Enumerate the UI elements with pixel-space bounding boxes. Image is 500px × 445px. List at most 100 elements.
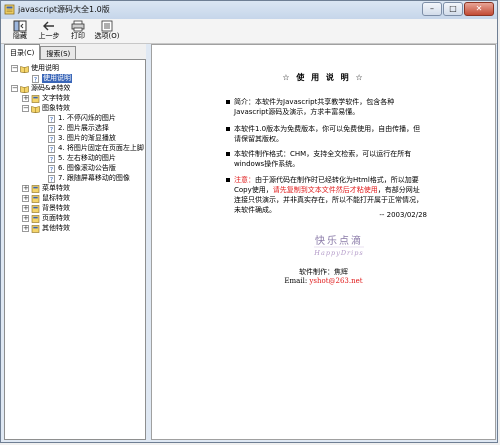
help-page-icon: ? xyxy=(48,154,55,163)
tree-label: 背景特效 xyxy=(42,204,70,212)
navigation-tabs: 目录(C) 搜索(S) xyxy=(4,44,77,60)
open-book-icon xyxy=(31,105,40,113)
tree-label: 6. 图像滚动公告版 xyxy=(58,164,116,172)
tree-label-selected: 使用说明 xyxy=(42,74,72,83)
tree-leaf[interactable]: ? 7. 跟随屏幕移动的图像 xyxy=(47,174,130,183)
tree-node-usage[interactable]: − 使用说明 xyxy=(11,64,59,73)
help-page-icon: ? xyxy=(48,174,55,183)
help-book-icon xyxy=(4,4,15,15)
expand-toggle[interactable]: + xyxy=(22,225,29,232)
print-button-label: 打印 xyxy=(71,32,85,40)
bullet xyxy=(226,100,230,104)
open-book-icon xyxy=(20,85,29,93)
tree-label: 页面特效 xyxy=(42,214,70,222)
tree-leaf[interactable]: ? 5. 左右移动的图片 xyxy=(47,154,116,163)
expand-toggle[interactable]: + xyxy=(22,205,29,212)
tree-label: 3. 图片的渐显播放 xyxy=(58,134,116,142)
paragraph-text: 简介：本软件为Javascript共享教学软件，包含各种Javascript源码… xyxy=(234,98,395,116)
tree-leaf[interactable]: ? 3. 图片的渐显播放 xyxy=(47,134,116,143)
content-pane: ☆ 使 用 说 明 ☆ 简介：本软件为Javascript共享教学软件，包含各种… xyxy=(151,44,496,440)
window-title: javascript源码大全1.0版 xyxy=(18,5,110,14)
bullet xyxy=(226,127,230,131)
paragraph-format: 本软件制作格式：CHM，支持全文检索，可以运行在所有windows操作系统。 xyxy=(226,149,426,169)
tree-label: 其他特效 xyxy=(42,224,70,232)
maximize-button[interactable]: □ xyxy=(443,2,463,16)
paragraph-note: 注意：由于源代码在制作时已经转化为Html格式，所以加要Copy使用，请先复制到… xyxy=(226,175,426,215)
help-page-icon: ? xyxy=(48,124,55,133)
tree-label: 菜单特效 xyxy=(42,184,70,192)
close-button[interactable]: ✕ xyxy=(464,2,494,16)
logo-cn-text: 快乐点滴 xyxy=(315,234,363,247)
svg-text:?: ? xyxy=(50,166,53,173)
svg-text:?: ? xyxy=(50,116,53,123)
tree-label: 2. 图片展示选择 xyxy=(58,124,109,132)
paragraph-text: 本软件制作格式：CHM，支持全文检索，可以运行在所有windows操作系统。 xyxy=(234,150,412,168)
tree-label: 图象特效 xyxy=(42,104,70,112)
back-button[interactable]: 上一步 xyxy=(36,19,62,42)
options-button-label: 选项(O) xyxy=(94,32,120,40)
tree-label: 4. 将图片固定在页面左上脚 xyxy=(58,144,144,152)
print-button[interactable]: 打印 xyxy=(65,19,91,42)
note-label: 注意： xyxy=(234,176,255,184)
tab-contents[interactable]: 目录(C) xyxy=(4,44,41,60)
options-button[interactable]: 选项(O) xyxy=(94,19,120,42)
tree-leaf[interactable]: ? 1. 不停闪烁的图片 xyxy=(47,114,116,123)
closed-book-icon xyxy=(31,204,40,213)
bullet xyxy=(226,178,230,182)
collapse-toggle[interactable]: − xyxy=(11,65,18,72)
svg-text:?: ? xyxy=(50,126,53,133)
happydrips-logo: 快乐点滴 HappyDrips xyxy=(313,234,364,257)
tree-node-source[interactable]: − 源码&#特效 xyxy=(11,84,70,93)
help-page-icon: ? xyxy=(48,134,55,143)
collapse-toggle[interactable]: − xyxy=(11,85,18,92)
contents-tree: − 使用说明 ? 使用说明 − 源码&#特效 + 文字特效 − 图象特效 ? 1… xyxy=(4,59,146,440)
tree-node-page-effects[interactable]: + 页面特效 xyxy=(22,214,70,223)
open-book-icon xyxy=(20,65,29,73)
title-bar[interactable]: javascript源码大全1.0版 – □ ✕ xyxy=(1,1,497,20)
tab-search[interactable]: 搜索(S) xyxy=(40,46,77,60)
closed-book-icon xyxy=(31,184,40,193)
expand-toggle[interactable]: + xyxy=(22,215,29,222)
tree-node-other-effects[interactable]: + 其他特效 xyxy=(22,224,70,233)
email-label: Email: xyxy=(284,277,308,285)
closed-book-icon xyxy=(31,214,40,223)
help-window: javascript源码大全1.0版 – □ ✕ 隐藏 上一步 打印 选项(O)… xyxy=(0,0,498,443)
caption-buttons: – □ ✕ xyxy=(422,2,494,16)
tree-leaf-usage[interactable]: ? 使用说明 xyxy=(31,74,72,83)
options-icon xyxy=(101,20,113,32)
tree-label: 1. 不停闪烁的图片 xyxy=(58,114,116,122)
hide-button[interactable]: 隐藏 xyxy=(7,19,33,42)
expand-toggle[interactable]: + xyxy=(22,185,29,192)
tree-node-mouse-effects[interactable]: + 鼠标特效 xyxy=(22,194,70,203)
tree-node-image-effects[interactable]: − 图象特效 xyxy=(22,104,70,113)
closed-book-icon xyxy=(31,94,40,103)
expand-toggle[interactable]: + xyxy=(22,195,29,202)
closed-book-icon xyxy=(31,194,40,203)
email-link[interactable]: yshot@263.net xyxy=(309,277,362,285)
note-warning: 请先复制到文本文件然后才粘使用 xyxy=(272,186,378,194)
tree-leaf[interactable]: ? 6. 图像滚动公告版 xyxy=(47,164,116,173)
help-page-icon: ? xyxy=(32,74,39,83)
navigation-pane: 目录(C) 搜索(S) − 使用说明 ? 使用说明 − 源码&#特效 + 文字特… xyxy=(4,44,146,440)
svg-text:?: ? xyxy=(34,76,37,83)
svg-text:?: ? xyxy=(50,176,53,183)
tree-leaf[interactable]: ? 4. 将图片固定在页面左上脚 xyxy=(47,144,144,153)
tree-leaf[interactable]: ? 2. 图片展示选择 xyxy=(47,124,109,133)
tree-label: 使用说明 xyxy=(31,64,59,72)
tree-label: 鼠标特效 xyxy=(42,194,70,202)
tree-node-text-effects[interactable]: + 文字特效 xyxy=(22,94,70,103)
expand-toggle[interactable]: + xyxy=(22,95,29,102)
svg-text:?: ? xyxy=(50,136,53,143)
tree-label: 文字特效 xyxy=(42,94,70,102)
paragraph-text: 本软件1.0版本为免费版本，你可以免费使用，自由传播，但请保留其版权。 xyxy=(234,125,421,143)
tree-node-menu-effects[interactable]: + 菜单特效 xyxy=(22,184,70,193)
paragraph-intro: 简介：本软件为Javascript共享教学软件，包含各种Javascript源码… xyxy=(226,97,426,117)
tree-node-background-effects[interactable]: + 背景特效 xyxy=(22,204,70,213)
minimize-button[interactable]: – xyxy=(422,2,442,16)
paragraph-license: 本软件1.0版本为免费版本，你可以免费使用，自由传播，但请保留其版权。 xyxy=(226,124,426,144)
collapse-toggle[interactable]: − xyxy=(22,105,29,112)
bullet xyxy=(226,152,230,156)
hide-pane-icon xyxy=(13,20,27,32)
printer-icon xyxy=(71,20,85,32)
page-title: ☆ 使 用 说 明 ☆ xyxy=(282,73,365,82)
